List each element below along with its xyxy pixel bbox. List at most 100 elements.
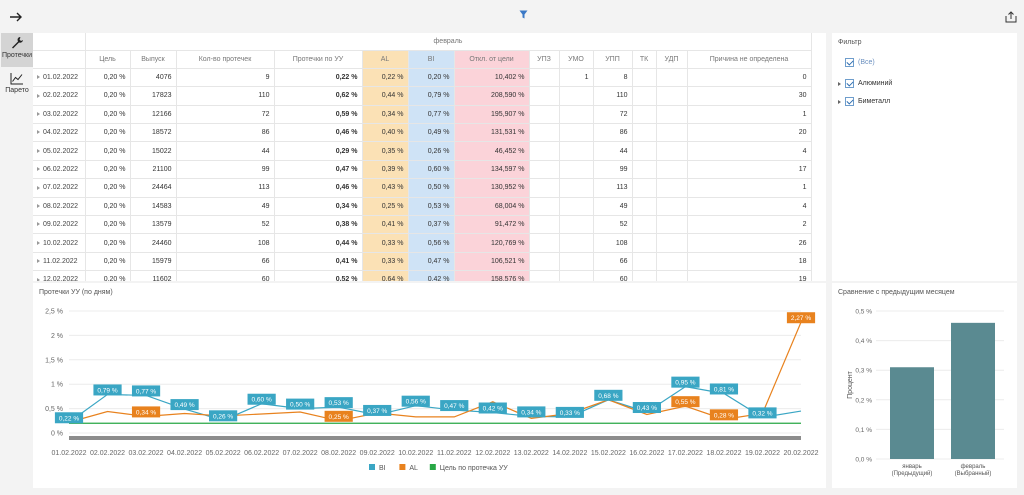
checkbox-checked[interactable]: [845, 79, 854, 88]
filter-icon[interactable]: [519, 10, 528, 19]
expand-arrow-icon[interactable]: [37, 148, 40, 153]
y-tick-label: 0,1 %: [855, 427, 872, 434]
column-header[interactable]: УМО: [559, 50, 594, 69]
data-label: 2,27 %: [791, 315, 811, 322]
checkbox-checked[interactable]: [845, 58, 854, 67]
expand-arrow-icon[interactable]: [37, 203, 40, 208]
column-header[interactable]: УПЗ: [529, 50, 560, 69]
table-row[interactable]: 04.02.2022 0,20 % 18572 86 0,46 % 0,40 % 0,49 …: [33, 123, 812, 143]
cell-unknown: 4: [687, 141, 812, 161]
bar: [890, 367, 934, 459]
row-date-cell[interactable]: 08.02.2022: [33, 197, 86, 217]
expand-arrow-icon[interactable]: [37, 240, 40, 245]
table-row[interactable]: 08.02.2022 0,20 % 14583 49 0,34 % 0,25 % 0,53 …: [33, 197, 812, 217]
column-header[interactable]: УПП: [593, 50, 633, 69]
column-header[interactable]: Кол-во протечек: [176, 50, 275, 69]
filter-item-all[interactable]: (Все): [845, 58, 875, 67]
cell-al: 0,25 %: [362, 197, 409, 217]
cell-udp: [656, 233, 688, 253]
expand-arrow-icon[interactable]: [37, 167, 40, 172]
expand-arrow-icon[interactable]: [37, 277, 40, 281]
table-row[interactable]: 09.02.2022 0,20 % 13579 52 0,38 % 0,41 % 0,37 …: [33, 215, 812, 235]
checkbox-checked[interactable]: [845, 97, 854, 106]
cell-bi: 0,20 %: [408, 68, 455, 88]
cell-upz: [529, 68, 560, 88]
y-tick-label: 0,5 %: [855, 309, 872, 316]
expand-arrow-icon[interactable]: [37, 112, 40, 117]
column-header[interactable]: Цель: [85, 50, 131, 69]
expand-arrow-icon[interactable]: [838, 81, 841, 86]
cell-uu: 0,41 %: [274, 252, 363, 272]
legend-label: BI: [379, 465, 386, 472]
data-label: 0,47 %: [444, 403, 464, 410]
column-header[interactable]: ТК: [632, 50, 657, 69]
data-label: 0,25 %: [329, 414, 349, 421]
nav-label-pareto: Парето: [5, 87, 29, 94]
column-header[interactable]: УДП: [656, 50, 688, 69]
cell-tk: [632, 105, 657, 125]
cell-output: 12166: [130, 105, 177, 125]
data-label: 0,42 %: [483, 406, 503, 413]
table-row[interactable]: 10.02.2022 0,20 % 24460 108 0,44 % 0,33 % 0,56…: [33, 233, 812, 253]
column-header[interactable]: BI: [408, 50, 455, 69]
x-axis-band: [69, 436, 801, 440]
expand-arrow-icon[interactable]: [37, 130, 40, 135]
cell-umo: [559, 160, 594, 180]
legend-swatch: [369, 464, 375, 470]
row-date-cell[interactable]: 06.02.2022: [33, 160, 86, 180]
x-tick-label: 12.02.2022: [475, 450, 510, 457]
cell-dev: 130,952 %: [454, 178, 530, 198]
cell-al: 0,44 %: [362, 86, 409, 106]
expand-arrow-icon[interactable]: [838, 99, 841, 104]
row-date-cell[interactable]: 11.02.2022: [33, 252, 86, 272]
column-header[interactable]: AL: [362, 50, 409, 69]
row-date-cell[interactable]: 05.02.2022: [33, 141, 86, 161]
row-date: 10.02.2022: [43, 239, 79, 247]
filter-title: Фильтр: [838, 39, 862, 46]
cell-output: 15022: [130, 141, 177, 161]
expand-arrow-icon[interactable]: [37, 222, 40, 227]
cell-unknown: 2: [687, 215, 812, 235]
nav-item-leaks[interactable]: Протечки: [1, 33, 33, 67]
row-date-cell[interactable]: 01.02.2022: [33, 68, 86, 88]
cell-tk: [632, 233, 657, 253]
row-date-cell[interactable]: 10.02.2022: [33, 233, 86, 253]
arrow-right-icon[interactable]: [9, 10, 23, 24]
data-label: 0,32 %: [752, 410, 772, 417]
table-row[interactable]: 03.02.2022 0,20 % 12166 72 0,59 % 0,34 % 0,77 …: [33, 105, 812, 125]
table-row[interactable]: 11.02.2022 0,20 % 15979 66 0,41 % 0,33 % 0,47 …: [33, 252, 812, 272]
filter-item-label: (Все): [858, 59, 875, 66]
cell-dev: 46,452 %: [454, 141, 530, 161]
table-row[interactable]: 06.02.2022 0,20 % 21100 99 0,47 % 0,39 % 0,60 …: [33, 160, 812, 180]
filter-item-aluminium[interactable]: Алюминий: [838, 79, 892, 88]
table-row[interactable]: 02.02.2022 0,20 % 17823 110 0,62 % 0,44 % 0,79…: [33, 86, 812, 106]
cell-output: 13579: [130, 215, 177, 235]
column-header[interactable]: Выпуск: [130, 50, 177, 69]
column-header[interactable]: Откл. от цели: [454, 50, 530, 69]
row-date-cell[interactable]: 02.02.2022: [33, 86, 86, 106]
row-date-cell[interactable]: 04.02.2022: [33, 123, 86, 143]
cell-al: 0,33 %: [362, 233, 409, 253]
cell-upz: [529, 141, 560, 161]
row-date-cell[interactable]: 07.02.2022: [33, 178, 86, 198]
row-date-cell[interactable]: 12.02.2022: [33, 270, 86, 281]
cell-goal: 0,20 %: [85, 178, 131, 198]
expand-arrow-icon[interactable]: [37, 185, 40, 190]
column-header[interactable]: Причина не определена: [687, 50, 812, 69]
table-row[interactable]: 12.02.2022 0,20 % 11602 60 0,52 % 0,64 % 0,42 …: [33, 270, 812, 281]
nav-item-pareto[interactable]: Парето: [1, 69, 33, 103]
expand-arrow-icon[interactable]: [37, 259, 40, 264]
table-row[interactable]: 05.02.2022 0,20 % 15022 44 0,29 % 0,35 % 0,26 …: [33, 141, 812, 161]
filter-item-bimetal[interactable]: Биметалл: [838, 97, 890, 106]
x-tick-label: 11.02.2022: [437, 450, 472, 457]
row-date-cell[interactable]: 09.02.2022: [33, 215, 86, 235]
expand-arrow-icon[interactable]: [37, 93, 40, 98]
table-row[interactable]: 01.02.2022 0,20 % 4076 9 0,22 % 0,22 % 0,20 % 1…: [33, 68, 812, 88]
share-icon[interactable]: [1005, 11, 1017, 23]
row-date-cell[interactable]: 03.02.2022: [33, 105, 86, 125]
expand-arrow-icon[interactable]: [37, 75, 40, 80]
cell-upz: [529, 160, 560, 180]
cell-dev: 208,590 %: [454, 86, 530, 106]
column-header[interactable]: Протечки по УУ: [274, 50, 363, 69]
table-row[interactable]: 07.02.2022 0,20 % 24464 113 0,46 % 0,43 % 0,50…: [33, 178, 812, 198]
